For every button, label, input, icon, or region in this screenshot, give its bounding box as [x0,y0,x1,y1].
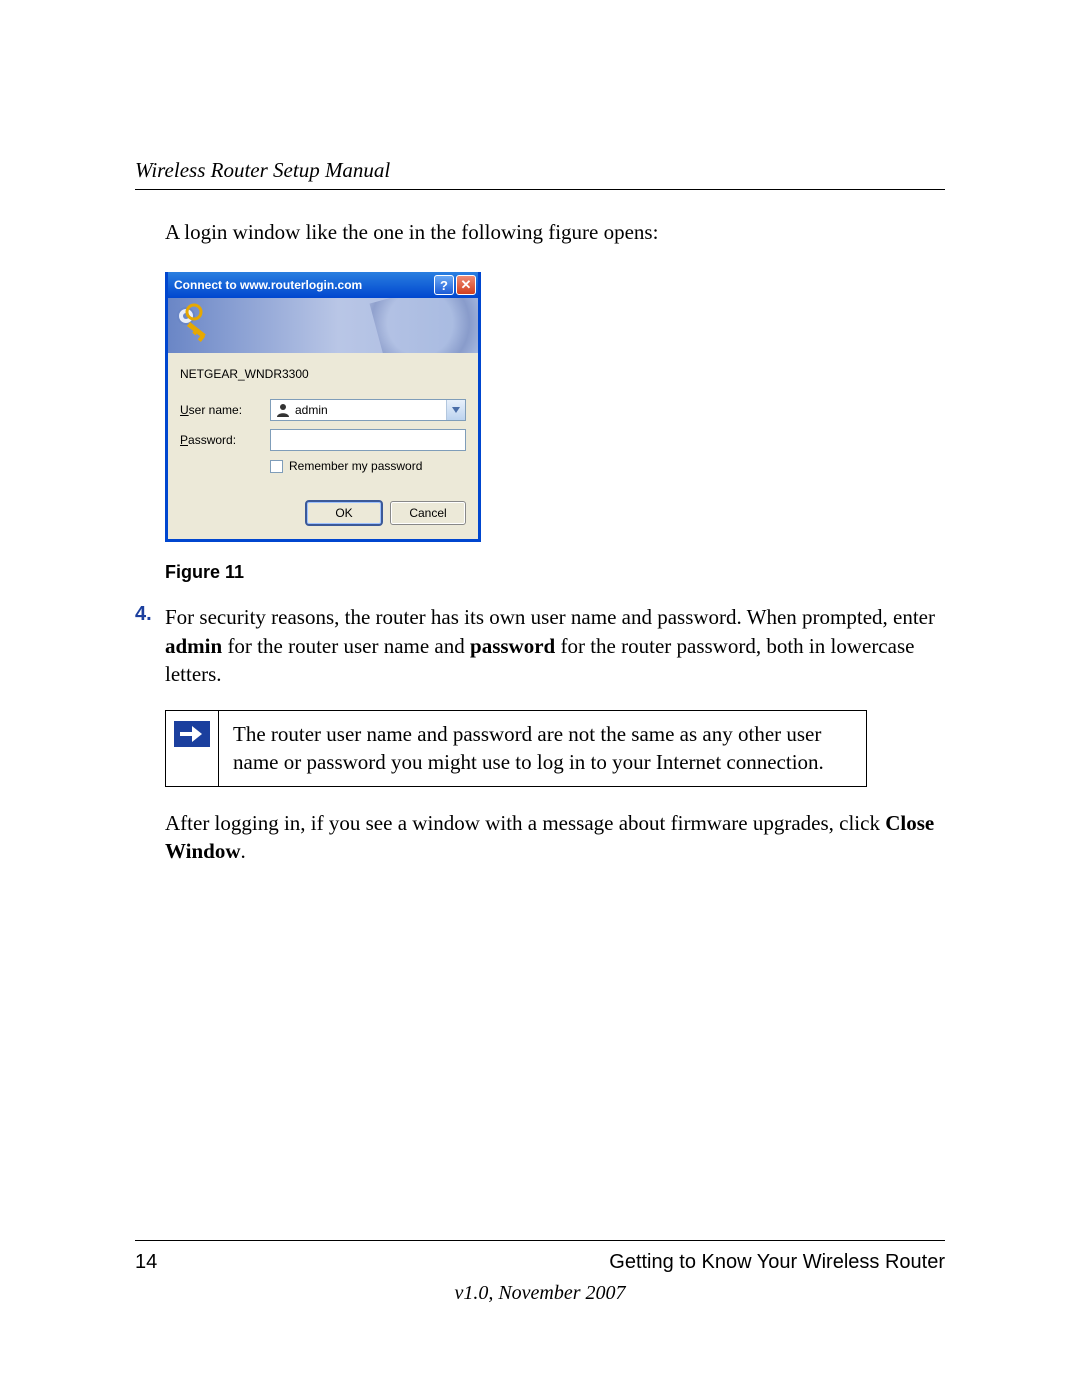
password-label: Password: [180,433,270,447]
step-number: 4. [135,603,165,688]
header-rule [135,189,945,190]
realm-text: NETGEAR_WNDR3300 [180,367,466,381]
remember-label: Remember my password [289,459,422,473]
cancel-button[interactable]: Cancel [390,501,466,525]
arrow-icon [174,721,210,747]
dialog-body: NETGEAR_WNDR3300 User name: admin [168,353,478,539]
keys-icon [174,302,220,348]
document-header-title: Wireless Router Setup Manual [135,158,945,183]
after-note-paragraph: After logging in, if you see a window wi… [165,809,945,866]
close-button[interactable]: ✕ [456,275,476,295]
doc-version: v1.0, November 2007 [135,1282,945,1305]
section-title: Getting to Know Your Wireless Router [609,1251,945,1274]
figure-caption: Figure 11 [165,562,945,583]
dialog-banner [168,298,478,353]
step-body: For security reasons, the router has its… [165,603,945,688]
remember-checkbox[interactable] [270,460,283,473]
step-4: 4. For security reasons, the router has … [135,603,945,688]
page-number: 14 [135,1251,157,1274]
page-footer: 14 Getting to Know Your Wireless Router … [135,1240,945,1305]
login-dialog: Connect to www.routerlogin.com ? ✕ NETGE… [165,272,481,542]
intro-paragraph: A login window like the one in the follo… [165,218,945,246]
note-box: The router user name and password are no… [165,710,867,787]
username-field[interactable]: admin [270,399,466,421]
login-dialog-figure: Connect to www.routerlogin.com ? ✕ NETGE… [165,272,945,542]
username-label: User name: [180,403,270,417]
footer-rule [135,1240,945,1241]
username-value: admin [295,403,446,417]
dialog-titlebar: Connect to www.routerlogin.com ? ✕ [168,272,478,298]
password-field[interactable] [270,429,466,451]
ok-button[interactable]: OK [306,501,382,525]
note-icon-cell [166,711,219,786]
help-button[interactable]: ? [434,275,454,295]
dialog-title: Connect to www.routerlogin.com [174,278,434,292]
person-icon [275,402,291,418]
dropdown-arrow[interactable] [446,400,465,420]
note-text: The router user name and password are no… [219,711,866,786]
